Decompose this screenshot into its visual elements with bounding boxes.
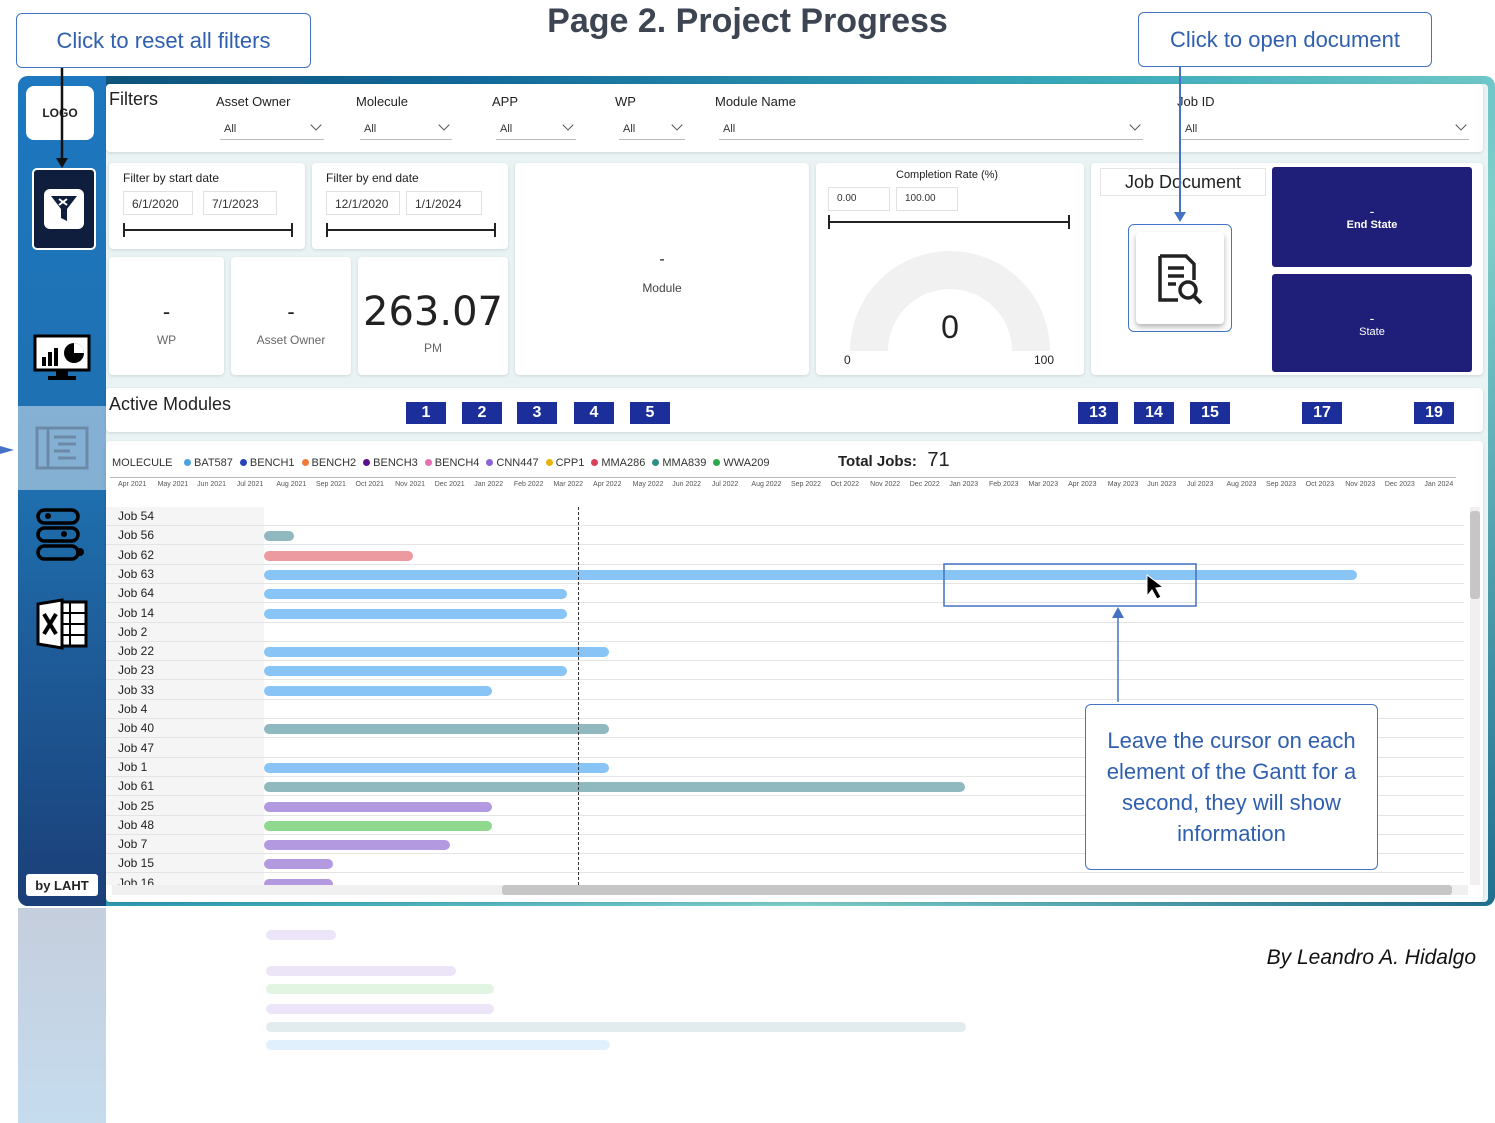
reflection-bar <box>266 966 456 976</box>
hover-tip-callout: Leave the cursor on each element of the … <box>1085 704 1378 870</box>
reflection-bar <box>266 984 494 994</box>
dashboard-reflection <box>18 908 1495 1123</box>
reflection-bar <box>266 1040 610 1050</box>
credit-text: By Leandro A. Hidalgo <box>1266 946 1476 969</box>
reflection-bar <box>266 1022 966 1032</box>
reflection-sidebar <box>18 908 106 1123</box>
reflection-bar <box>266 930 336 940</box>
reflection-bar <box>266 1004 494 1014</box>
